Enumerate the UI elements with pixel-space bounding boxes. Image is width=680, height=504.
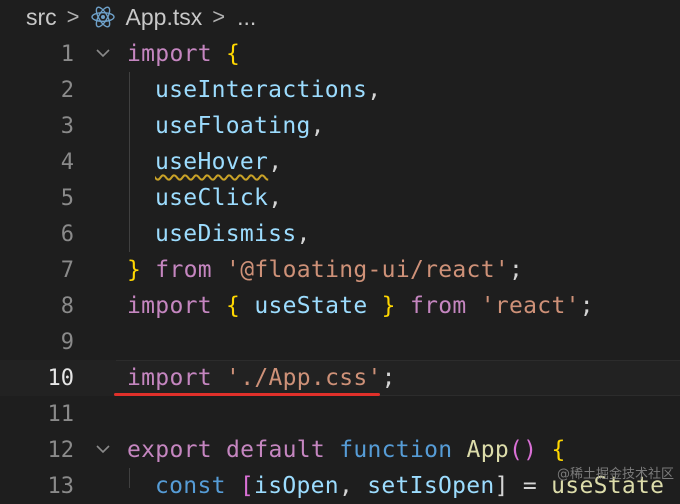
- code-line[interactable]: 8 import { useState } from 'react';: [0, 288, 680, 324]
- code-text: useClick,: [155, 185, 282, 211]
- code-line[interactable]: 9: [0, 324, 680, 360]
- code-line[interactable]: 1 import {: [0, 36, 680, 72]
- token-punctuation: ;: [509, 257, 524, 283]
- token-keyword: import: [127, 365, 212, 391]
- token-keyword: import: [127, 41, 212, 67]
- line-number: 12: [47, 437, 75, 463]
- token-keyword: from: [141, 257, 227, 283]
- code-line[interactable]: 11: [0, 396, 680, 432]
- code-text: useFloating,: [155, 113, 325, 139]
- code-text: import './App.css';: [127, 365, 396, 391]
- token-string: './App.css': [226, 365, 382, 391]
- line-number: 3: [60, 113, 74, 139]
- breadcrumb-separator: >: [66, 4, 80, 29]
- token-punctuation: ,: [338, 473, 368, 499]
- breadcrumb-separator: >: [212, 4, 226, 29]
- token-bracket: }: [381, 293, 396, 319]
- code-line-current[interactable]: 10 import './App.css';: [0, 360, 680, 396]
- code-text: } from '@floating-ui/react';: [127, 257, 523, 283]
- token-function-name: App: [452, 437, 509, 463]
- token-identifier: useFloating: [155, 113, 311, 139]
- token-bracket: (): [509, 437, 538, 463]
- token-punctuation: ,: [310, 113, 325, 139]
- token-identifier: useInteractions: [155, 77, 368, 103]
- token-keyword: from: [395, 293, 481, 319]
- token-keyword: import: [127, 293, 212, 319]
- line-number: 8: [60, 293, 74, 319]
- breadcrumb-ellipsis[interactable]: ...: [237, 4, 256, 31]
- line-number: 4: [60, 149, 74, 175]
- token-identifier: setIsOpen: [367, 473, 495, 499]
- line-number-active: 10: [47, 365, 75, 391]
- token-punctuation: ] =: [494, 473, 552, 499]
- token-storage: const: [155, 473, 226, 499]
- line-number: 7: [60, 257, 74, 283]
- line-number: 2: [60, 77, 74, 103]
- breadcrumb-folder[interactable]: src: [26, 4, 57, 31]
- breadcrumb-file[interactable]: App.tsx: [126, 4, 203, 31]
- token-punctuation: ;: [579, 293, 594, 319]
- line-number: 6: [60, 221, 74, 247]
- code-text: export default function App() {: [127, 437, 566, 463]
- token-string: 'react': [480, 293, 580, 319]
- code-text: useHover,: [155, 149, 282, 175]
- fold-chevron-icon[interactable]: [94, 440, 112, 458]
- code-text: import {: [127, 41, 240, 67]
- token-bracket: {: [211, 293, 241, 319]
- token-identifier-warning[interactable]: useHover: [155, 149, 268, 175]
- token-bracket: [: [225, 473, 255, 499]
- line-number: 9: [60, 329, 74, 355]
- token-keyword: export: [127, 437, 212, 463]
- code-text: useInteractions,: [155, 77, 381, 103]
- token-bracket: {: [537, 437, 566, 463]
- token-bracket: {: [211, 41, 241, 67]
- annotation-underline: [114, 393, 380, 396]
- fold-chevron-icon[interactable]: [94, 44, 112, 62]
- token-identifier: useState: [240, 293, 382, 319]
- token-storage: function: [339, 437, 453, 463]
- code-line[interactable]: 3 useFloating,: [0, 108, 680, 144]
- code-line[interactable]: 2 useInteractions,: [0, 72, 680, 108]
- line-number: 11: [47, 401, 75, 427]
- code-line[interactable]: 4 useHover,: [0, 144, 680, 180]
- token-bracket: }: [127, 257, 142, 283]
- token-punctuation: ;: [381, 365, 396, 391]
- token-punctuation: ,: [268, 149, 283, 175]
- token-punctuation: ,: [268, 185, 283, 211]
- code-text: useDismiss,: [155, 221, 311, 247]
- watermark: @稀土掘金技术社区: [556, 467, 674, 482]
- token-keyword: default: [211, 437, 340, 463]
- token-punctuation: ,: [367, 77, 382, 103]
- token-identifier: useClick: [155, 185, 269, 211]
- line-number: 5: [60, 185, 74, 211]
- token-string: '@floating-ui/react': [226, 257, 509, 283]
- token-identifier: isOpen: [254, 473, 339, 499]
- token-identifier: useDismiss: [155, 221, 297, 247]
- code-line[interactable]: 6 useDismiss,: [0, 216, 680, 252]
- line-number: 13: [47, 473, 75, 499]
- token-punctuation: ,: [296, 221, 311, 247]
- line-number: 1: [60, 41, 74, 67]
- code-line[interactable]: 5 useClick,: [0, 180, 680, 216]
- code-text: import { useState } from 'react';: [127, 293, 594, 319]
- react-icon: [90, 4, 116, 30]
- code-line[interactable]: 7 } from '@floating-ui/react';: [0, 252, 680, 288]
- breadcrumb: src > App.tsx > ...: [0, 0, 680, 34]
